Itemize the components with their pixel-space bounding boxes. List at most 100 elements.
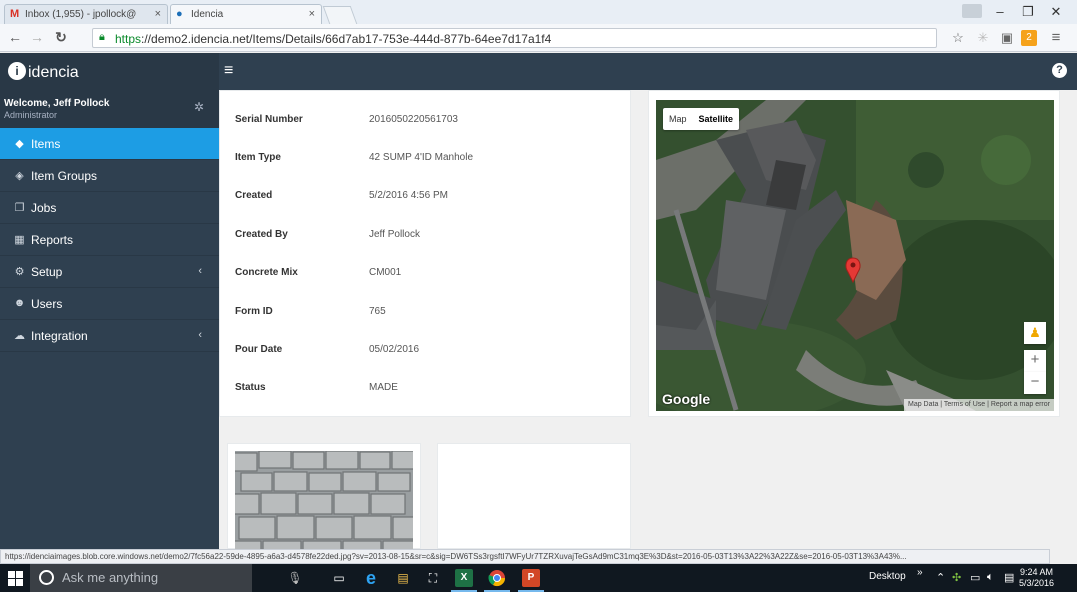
sidebar-item-reports[interactable]: ▦ Reports: [0, 224, 219, 256]
sidebar-item-jobs[interactable]: ❐ Jobs: [0, 192, 219, 224]
detail-label: Status: [235, 382, 266, 393]
network-icon[interactable]: ▭: [970, 571, 980, 584]
tab-gmail[interactable]: M Inbox (1,955) - jpollock@ ×: [4, 4, 168, 24]
restore-icon[interactable]: ❐: [1018, 4, 1038, 20]
cortana-icon: [39, 570, 54, 585]
tab-idencia[interactable]: ● Idencia ×: [170, 4, 322, 24]
brand-name: idencia: [28, 64, 79, 81]
extension-icon[interactable]: ✳: [975, 30, 991, 46]
sidebar-item-label: Integration: [31, 329, 88, 343]
zoom-out-button[interactable]: −: [1024, 372, 1046, 394]
hamburger-menu-icon[interactable]: ≡: [224, 62, 233, 80]
app-header: i idencia ≡ ?: [0, 53, 1077, 90]
desktop-toolbar-label[interactable]: Desktop: [869, 571, 906, 582]
paver-photo: [235, 451, 413, 550]
sidebar-item-label: Jobs: [31, 201, 57, 215]
chart-icon: ▦: [14, 234, 25, 246]
tab-idencia-title: Idencia: [191, 9, 224, 20]
detail-label: Pour Date: [235, 344, 283, 355]
taskbar-clock[interactable]: 9:24 AM 5/3/2016: [1019, 567, 1054, 589]
sidebar-item-integration[interactable]: ☁ Integration ‹: [0, 320, 219, 352]
cast-icon[interactable]: ▣: [999, 30, 1015, 46]
sidebar-item-label: Reports: [31, 233, 74, 247]
sidebar-item-label: Item Groups: [31, 169, 98, 183]
detail-label: Form ID: [235, 306, 273, 317]
browser-tab-bar: M Inbox (1,955) - jpollock@ × ● Idencia …: [0, 0, 1077, 24]
toolbar-expand-icon[interactable]: »: [917, 567, 923, 578]
powerpoint-icon[interactable]: P: [518, 569, 544, 592]
sidebar-item-label: Items: [31, 137, 61, 151]
detail-value: 42 SUMP 4'ID Manhole: [369, 152, 473, 163]
task-view-icon[interactable]: ▭: [330, 569, 348, 587]
close-icon[interactable]: ×: [309, 8, 315, 20]
map-type-toggle: Map Satellite: [663, 108, 740, 130]
sidebar: Welcome, Jeff Pollock Administrator ✲ ◆ …: [0, 90, 219, 549]
minimize-icon[interactable]: –: [990, 4, 1010, 19]
welcome-text: Welcome, Jeff Pollock: [4, 98, 110, 109]
sidebar-item-items[interactable]: ◆ Items: [0, 128, 219, 160]
sidebar-item-item-groups[interactable]: ◈ Item Groups: [0, 160, 219, 192]
detail-value: 5/2/2016 4:56 PM: [369, 190, 448, 201]
clock-date: 5/3/2016: [1019, 578, 1055, 588]
item-details-card: Serial Number 2016050220561703 Item Type…: [219, 90, 631, 417]
street-view-pegman-icon[interactable]: ♟: [1024, 322, 1046, 344]
detail-value: 2016050220561703: [369, 114, 458, 125]
new-tab-button[interactable]: [322, 6, 358, 24]
windows-start-icon[interactable]: [8, 571, 23, 586]
file-explorer-icon[interactable]: ▤: [394, 569, 412, 587]
chevron-left-icon: ‹: [198, 329, 202, 341]
tag-icon: ◆: [15, 138, 24, 150]
item-photo[interactable]: [235, 451, 413, 550]
idencia-favicon-icon: ●: [176, 8, 183, 20]
tab-gmail-title: Inbox (1,955) - jpollock@: [25, 9, 137, 20]
photo-card-empty: [437, 443, 631, 549]
store-icon[interactable]: ⛶: [424, 569, 442, 587]
map-type-satellite-button[interactable]: Satellite: [693, 108, 740, 130]
extension-badge-icon[interactable]: 2: [1021, 30, 1037, 46]
sidebar-item-users[interactable]: ☻ Users: [0, 288, 219, 320]
close-icon[interactable]: ×: [155, 8, 161, 20]
satellite-map[interactable]: Map Satellite ♟ + − Google Map Data | Ter…: [656, 100, 1054, 411]
chrome-icon[interactable]: [484, 569, 510, 592]
forward-arrow-icon[interactable]: →: [28, 29, 46, 45]
gmail-icon: M: [10, 8, 20, 20]
sidebar-item-label: Setup: [31, 265, 63, 279]
map-attribution[interactable]: Map Data | Terms of Use | Report a map e…: [903, 399, 1054, 411]
gear-icon[interactable]: ✲: [194, 100, 204, 114]
detail-value: Jeff Pollock: [369, 229, 420, 240]
reload-icon[interactable]: ↻: [52, 29, 70, 46]
lock-icon: 🔒︎: [99, 31, 105, 43]
edge-browser-icon[interactable]: e: [362, 569, 380, 587]
idencia-logo-icon: i: [8, 62, 26, 80]
help-icon[interactable]: ?: [1052, 63, 1067, 78]
detail-label: Concrete Mix: [235, 267, 298, 278]
close-window-icon[interactable]: ✕: [1046, 4, 1066, 20]
detail-label: Created By: [235, 229, 288, 240]
detail-value: 765: [369, 306, 386, 317]
windows-taskbar: Ask me anything 🎙︎ ▭ e ▤ ⛶ X P Desktop »…: [0, 564, 1077, 592]
clock-time: 9:24 AM: [1020, 567, 1054, 577]
menu-icon[interactable]: ≡: [1048, 30, 1064, 46]
url-bar[interactable]: 🔒︎ https://demo2.idencia.net/Items/Detai…: [92, 28, 937, 48]
app-tray-icon[interactable]: ✣: [952, 571, 961, 584]
brand-logo[interactable]: i idencia: [0, 53, 219, 90]
user-role: Administrator: [4, 110, 58, 120]
excel-icon[interactable]: X: [451, 569, 477, 592]
volume-icon[interactable]: 🔈︎: [987, 571, 994, 584]
address-toolbar: ← → ↻ 🔒︎ https://demo2.idencia.net/Items…: [0, 24, 1077, 52]
action-center-icon[interactable]: ▤: [1004, 571, 1014, 584]
detail-value: 05/02/2016: [369, 344, 420, 355]
sidebar-item-setup[interactable]: ⚙ Setup ‹: [0, 256, 219, 288]
url-scheme: https: [115, 32, 142, 46]
profile-icon[interactable]: [962, 4, 982, 18]
detail-label: Created: [235, 190, 273, 201]
show-hidden-icons-icon[interactable]: ⌃: [936, 571, 945, 584]
cortana-search-box[interactable]: Ask me anything: [30, 564, 252, 592]
map-type-map-button[interactable]: Map: [663, 108, 693, 130]
microphone-icon[interactable]: 🎙︎: [286, 569, 304, 587]
copy-icon: ❐: [14, 202, 25, 214]
zoom-in-button[interactable]: +: [1024, 350, 1046, 372]
back-arrow-icon[interactable]: ←: [6, 29, 24, 45]
bookmark-star-icon[interactable]: ☆: [950, 30, 966, 46]
cortana-placeholder: Ask me anything: [62, 570, 159, 585]
